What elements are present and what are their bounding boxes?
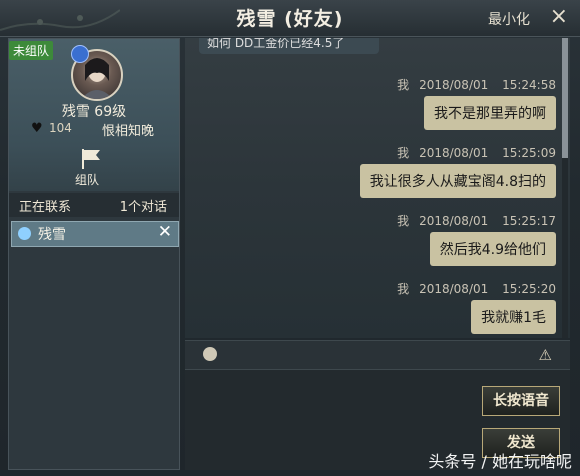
voice-button[interactable]: 长按语音	[482, 386, 560, 416]
contact-item[interactable]: 残雪 ✕	[11, 221, 179, 247]
partial-message-bubble: 如何 DD工金价已经4.5了	[199, 38, 379, 54]
heart-icon: ♥	[31, 121, 43, 136]
watermark: 头条号 / 她在玩啥呢	[428, 452, 572, 471]
minimize-button[interactable]: 最小化	[488, 9, 530, 29]
contact-name: 残雪	[38, 227, 66, 243]
message-meta: 我 2018/08/01 15:25:20	[397, 282, 556, 296]
contact-header: 正在联系 1个对话	[9, 193, 179, 217]
chat-scroll-thumb[interactable]	[562, 38, 568, 158]
close-conversation-icon[interactable]: ✕	[158, 222, 172, 242]
report-warning-icon[interactable]: ⚠	[539, 346, 552, 364]
message-meta: 我 2018/08/01 15:25:17	[397, 214, 556, 228]
school-emblem-icon	[71, 45, 89, 63]
message-bubble: 我让很多人从藏宝阁4.8扫的	[359, 164, 556, 198]
message-bubble: 我不是那里弄的啊	[424, 96, 556, 130]
profile-card: 未组队 残雪 69级 ♥ 104 恨相知晚 组队	[9, 39, 179, 191]
message-meta: 我 2018/08/01 15:24:58	[397, 78, 556, 92]
team-flag-icon[interactable]	[79, 147, 103, 169]
conversation-count: 1个对话	[119, 200, 167, 215]
input-toolbar: ⚠	[185, 340, 570, 370]
title-bar: 残雪 (好友) 最小化 ×	[0, 0, 580, 37]
close-window-button[interactable]: ×	[550, 4, 568, 29]
chat-history[interactable]: 如何 DD工金价已经4.5了 我 2018/08/01 15:24:58 我不是那…	[185, 38, 570, 338]
relation-title: 恨相知晚	[102, 124, 155, 139]
team-status-badge: 未组队	[9, 41, 54, 60]
player-name-level: 残雪 69级	[61, 104, 127, 120]
friend-panel: 未组队 残雪 69级 ♥ 104 恨相知晚 组队 正在联系 1个对话 残雪 ✕	[8, 38, 180, 470]
chat-window: 残雪 (好友) 最小化 × 未组队 残雪 69级 ♥ 104 恨相知晚 组队 正…	[0, 0, 580, 476]
message-meta: 我 2018/08/01 15:25:09	[397, 146, 556, 160]
message-bubble: 然后我4.9给他们	[429, 232, 556, 266]
message-bubble: 我就赚1毛	[471, 300, 556, 334]
online-status-icon	[18, 227, 31, 240]
contact-header-label: 正在联系	[19, 200, 72, 215]
team-button-label[interactable]: 组队	[75, 171, 99, 188]
favor-value: 104	[49, 121, 72, 135]
emoji-icon[interactable]	[203, 347, 217, 361]
